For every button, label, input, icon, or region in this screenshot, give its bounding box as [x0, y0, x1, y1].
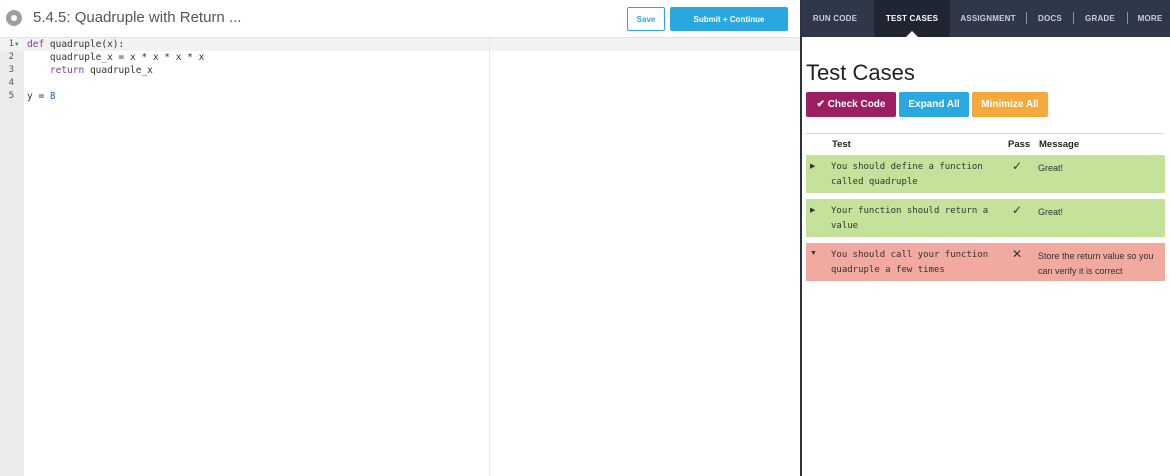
test-description: You should define a function called quad… — [831, 162, 983, 187]
editor-pane: 5.4.5: Quadruple with Return ... Save Su… — [0, 0, 800, 476]
code-editor[interactable]: 1 ▼ def quadruple(x): 2 quadruple_x = x … — [0, 38, 800, 476]
page-title: Test Cases — [806, 60, 915, 85]
test-message: Store the return value so you can verify… — [1038, 251, 1154, 276]
line-number: 3 — [8, 65, 14, 75]
editor-toolbar: 5.4.5: Quadruple with Return ... Save Su… — [0, 0, 800, 38]
active-tab-caret-icon — [906, 31, 918, 37]
checkmark-icon: ✔ — [816, 99, 825, 110]
table-divider — [806, 133, 1165, 134]
tab-docs[interactable]: DOCS — [1032, 0, 1068, 37]
expand-all-button[interactable]: Expand All — [899, 92, 969, 117]
save-button[interactable]: Save — [627, 7, 665, 31]
panel-nav: RUN CODE TEST CASES ASSIGNMENT DOCS GRAD… — [802, 0, 1170, 37]
fold-toggle-icon[interactable]: ▼ — [15, 38, 19, 51]
minimize-all-button[interactable]: Minimize All — [972, 92, 1048, 117]
code-line[interactable]: 5 y = 8 — [0, 90, 800, 103]
caret-right-icon[interactable]: ▶ — [810, 206, 815, 214]
tab-more[interactable]: MORE — [1132, 0, 1168, 37]
print-margin — [489, 38, 490, 476]
check-code-button[interactable]: ✔ Check Code — [806, 92, 896, 117]
caret-right-icon[interactable]: ▶ — [810, 162, 815, 170]
code-line[interactable]: 2 quadruple_x = x * x * x * x — [0, 51, 800, 64]
side-panel: RUN CODE TEST CASES ASSIGNMENT DOCS GRAD… — [802, 0, 1170, 476]
tab-assignment[interactable]: ASSIGNMENT — [956, 0, 1020, 37]
code-line[interactable]: 3 return quadruple_x — [0, 64, 800, 77]
test-message: Great! — [1038, 207, 1064, 217]
exercise-title: 5.4.5: Quadruple with Return ... — [33, 9, 242, 26]
check-code-label: Check Code — [827, 99, 886, 110]
checkmark-icon: ✓ — [1012, 159, 1023, 173]
test-row[interactable]: ▼ You should call your function quadrupl… — [806, 243, 1165, 281]
code-line[interactable]: 1 ▼ def quadruple(x): — [0, 38, 800, 51]
test-row[interactable]: ▶ Your function should return a value ✓ … — [806, 199, 1165, 237]
checkmark-icon: ✓ — [1012, 203, 1023, 217]
nav-separator — [1127, 12, 1128, 24]
code-text-area[interactable] — [24, 38, 800, 476]
line-number-gutter — [0, 38, 24, 476]
submit-continue-button[interactable]: Submit + Continue — [670, 7, 788, 31]
test-description: Your function should return a value — [831, 206, 989, 231]
tab-grade[interactable]: GRADE — [1079, 0, 1121, 37]
code-line-text: quadruple_x = x * x * x * x — [27, 52, 205, 63]
line-number: 5 — [8, 91, 14, 101]
test-row[interactable]: ▶ You should define a function called qu… — [806, 155, 1165, 193]
line-number: 1 — [8, 39, 14, 49]
line-number: 4 — [8, 78, 14, 88]
cross-icon: ✕ — [1012, 247, 1023, 261]
line-number: 2 — [8, 52, 14, 62]
code-line-text: y = 8 — [27, 91, 56, 102]
nav-separator — [1026, 12, 1027, 24]
column-header-test: Test — [832, 139, 851, 150]
test-message: Great! — [1038, 163, 1064, 173]
column-header-message: Message — [1039, 139, 1080, 150]
column-header-pass: Pass — [1008, 139, 1031, 150]
gear-icon[interactable] — [6, 10, 22, 26]
tab-run-code[interactable]: RUN CODE — [802, 0, 868, 37]
test-description: You should call your function quadruple … — [831, 250, 989, 275]
code-line-text: def quadruple(x): — [27, 39, 125, 50]
caret-down-icon[interactable]: ▼ — [810, 250, 817, 257]
nav-separator — [1073, 12, 1074, 24]
code-line[interactable]: 4 — [0, 77, 800, 90]
code-line-text: return quadruple_x — [49, 65, 153, 76]
